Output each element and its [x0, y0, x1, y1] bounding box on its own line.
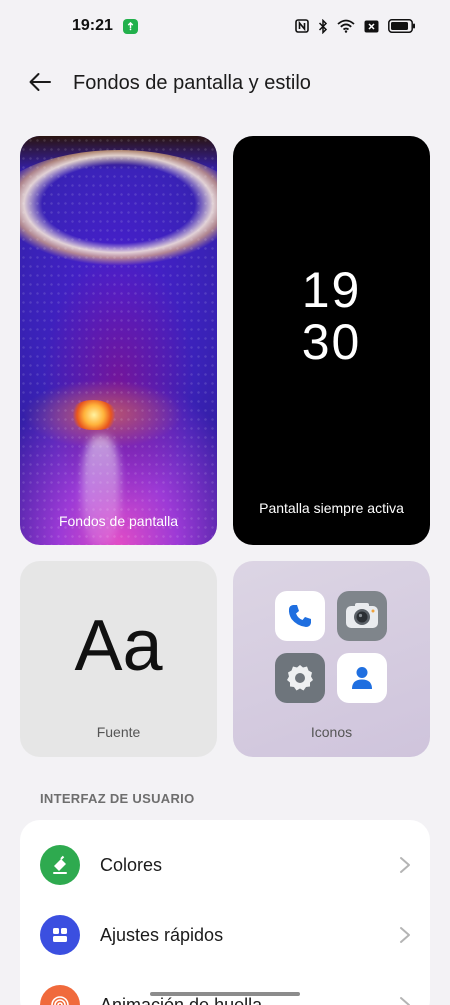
always-on-card-label: Pantalla siempre activa — [259, 500, 404, 516]
camera-icon — [337, 591, 387, 641]
list-item-quick-settings[interactable]: Ajustes rápidos — [20, 900, 430, 970]
arrow-left-icon — [28, 72, 52, 97]
list-item-label: Colores — [100, 854, 163, 875]
aod-clock-hours: 19 — [301, 262, 362, 318]
nfc-icon — [295, 19, 309, 33]
phone-icon — [275, 591, 325, 641]
back-button[interactable] — [22, 66, 58, 102]
no-sim-icon — [364, 20, 379, 33]
page-title: Fondos de pantalla y estilo — [73, 72, 311, 94]
quick-settings-icon — [40, 915, 80, 955]
list-item-label: Ajustes rápidos — [100, 924, 224, 945]
status-icons — [295, 18, 416, 34]
list-item-label: Animación de huella — [100, 994, 263, 1005]
wifi-icon — [337, 19, 355, 33]
wallpaper-preview-flame — [70, 400, 118, 430]
paint-bucket-icon — [40, 845, 80, 885]
font-card[interactable]: Aa Fuente — [20, 561, 217, 757]
battery-icon — [388, 19, 416, 33]
settings-icon — [275, 653, 325, 703]
fingerprint-icon — [40, 985, 80, 1005]
font-card-label: Fuente — [96, 724, 141, 740]
wallpaper-card[interactable]: Fondos de pantalla — [20, 136, 217, 545]
status-time: 19:21 — [72, 17, 113, 34]
always-on-display-card[interactable]: 19 30 Pantalla siempre activa — [233, 136, 430, 545]
wallpaper-card-label: Fondos de pantalla — [58, 513, 179, 529]
settings-list: Colores Ajustes rápidos Animación de hue… — [20, 820, 430, 1005]
contacts-icon — [337, 653, 387, 703]
list-item-colors[interactable]: Colores — [20, 830, 430, 900]
aod-clock: 19 30 — [233, 264, 430, 368]
home-indicator[interactable] — [150, 992, 300, 996]
aod-clock-minutes: 30 — [301, 314, 362, 370]
status-bar: 19:21 — [0, 0, 450, 52]
chevron-right-icon — [398, 995, 412, 1005]
list-item-fingerprint-animation[interactable]: Animación de huella — [20, 970, 430, 1005]
chevron-right-icon — [398, 925, 412, 945]
app-notification-icon — [122, 18, 138, 34]
chevron-right-icon — [398, 855, 412, 875]
section-header-ui: INTERFAZ DE USUARIO — [40, 791, 195, 806]
icons-card[interactable]: Iconos — [233, 561, 430, 757]
icons-card-label: Iconos — [310, 724, 353, 740]
font-sample: Aa — [74, 606, 163, 686]
page-header: Fondos de pantalla y estilo — [0, 58, 450, 110]
bluetooth-icon — [318, 18, 328, 34]
